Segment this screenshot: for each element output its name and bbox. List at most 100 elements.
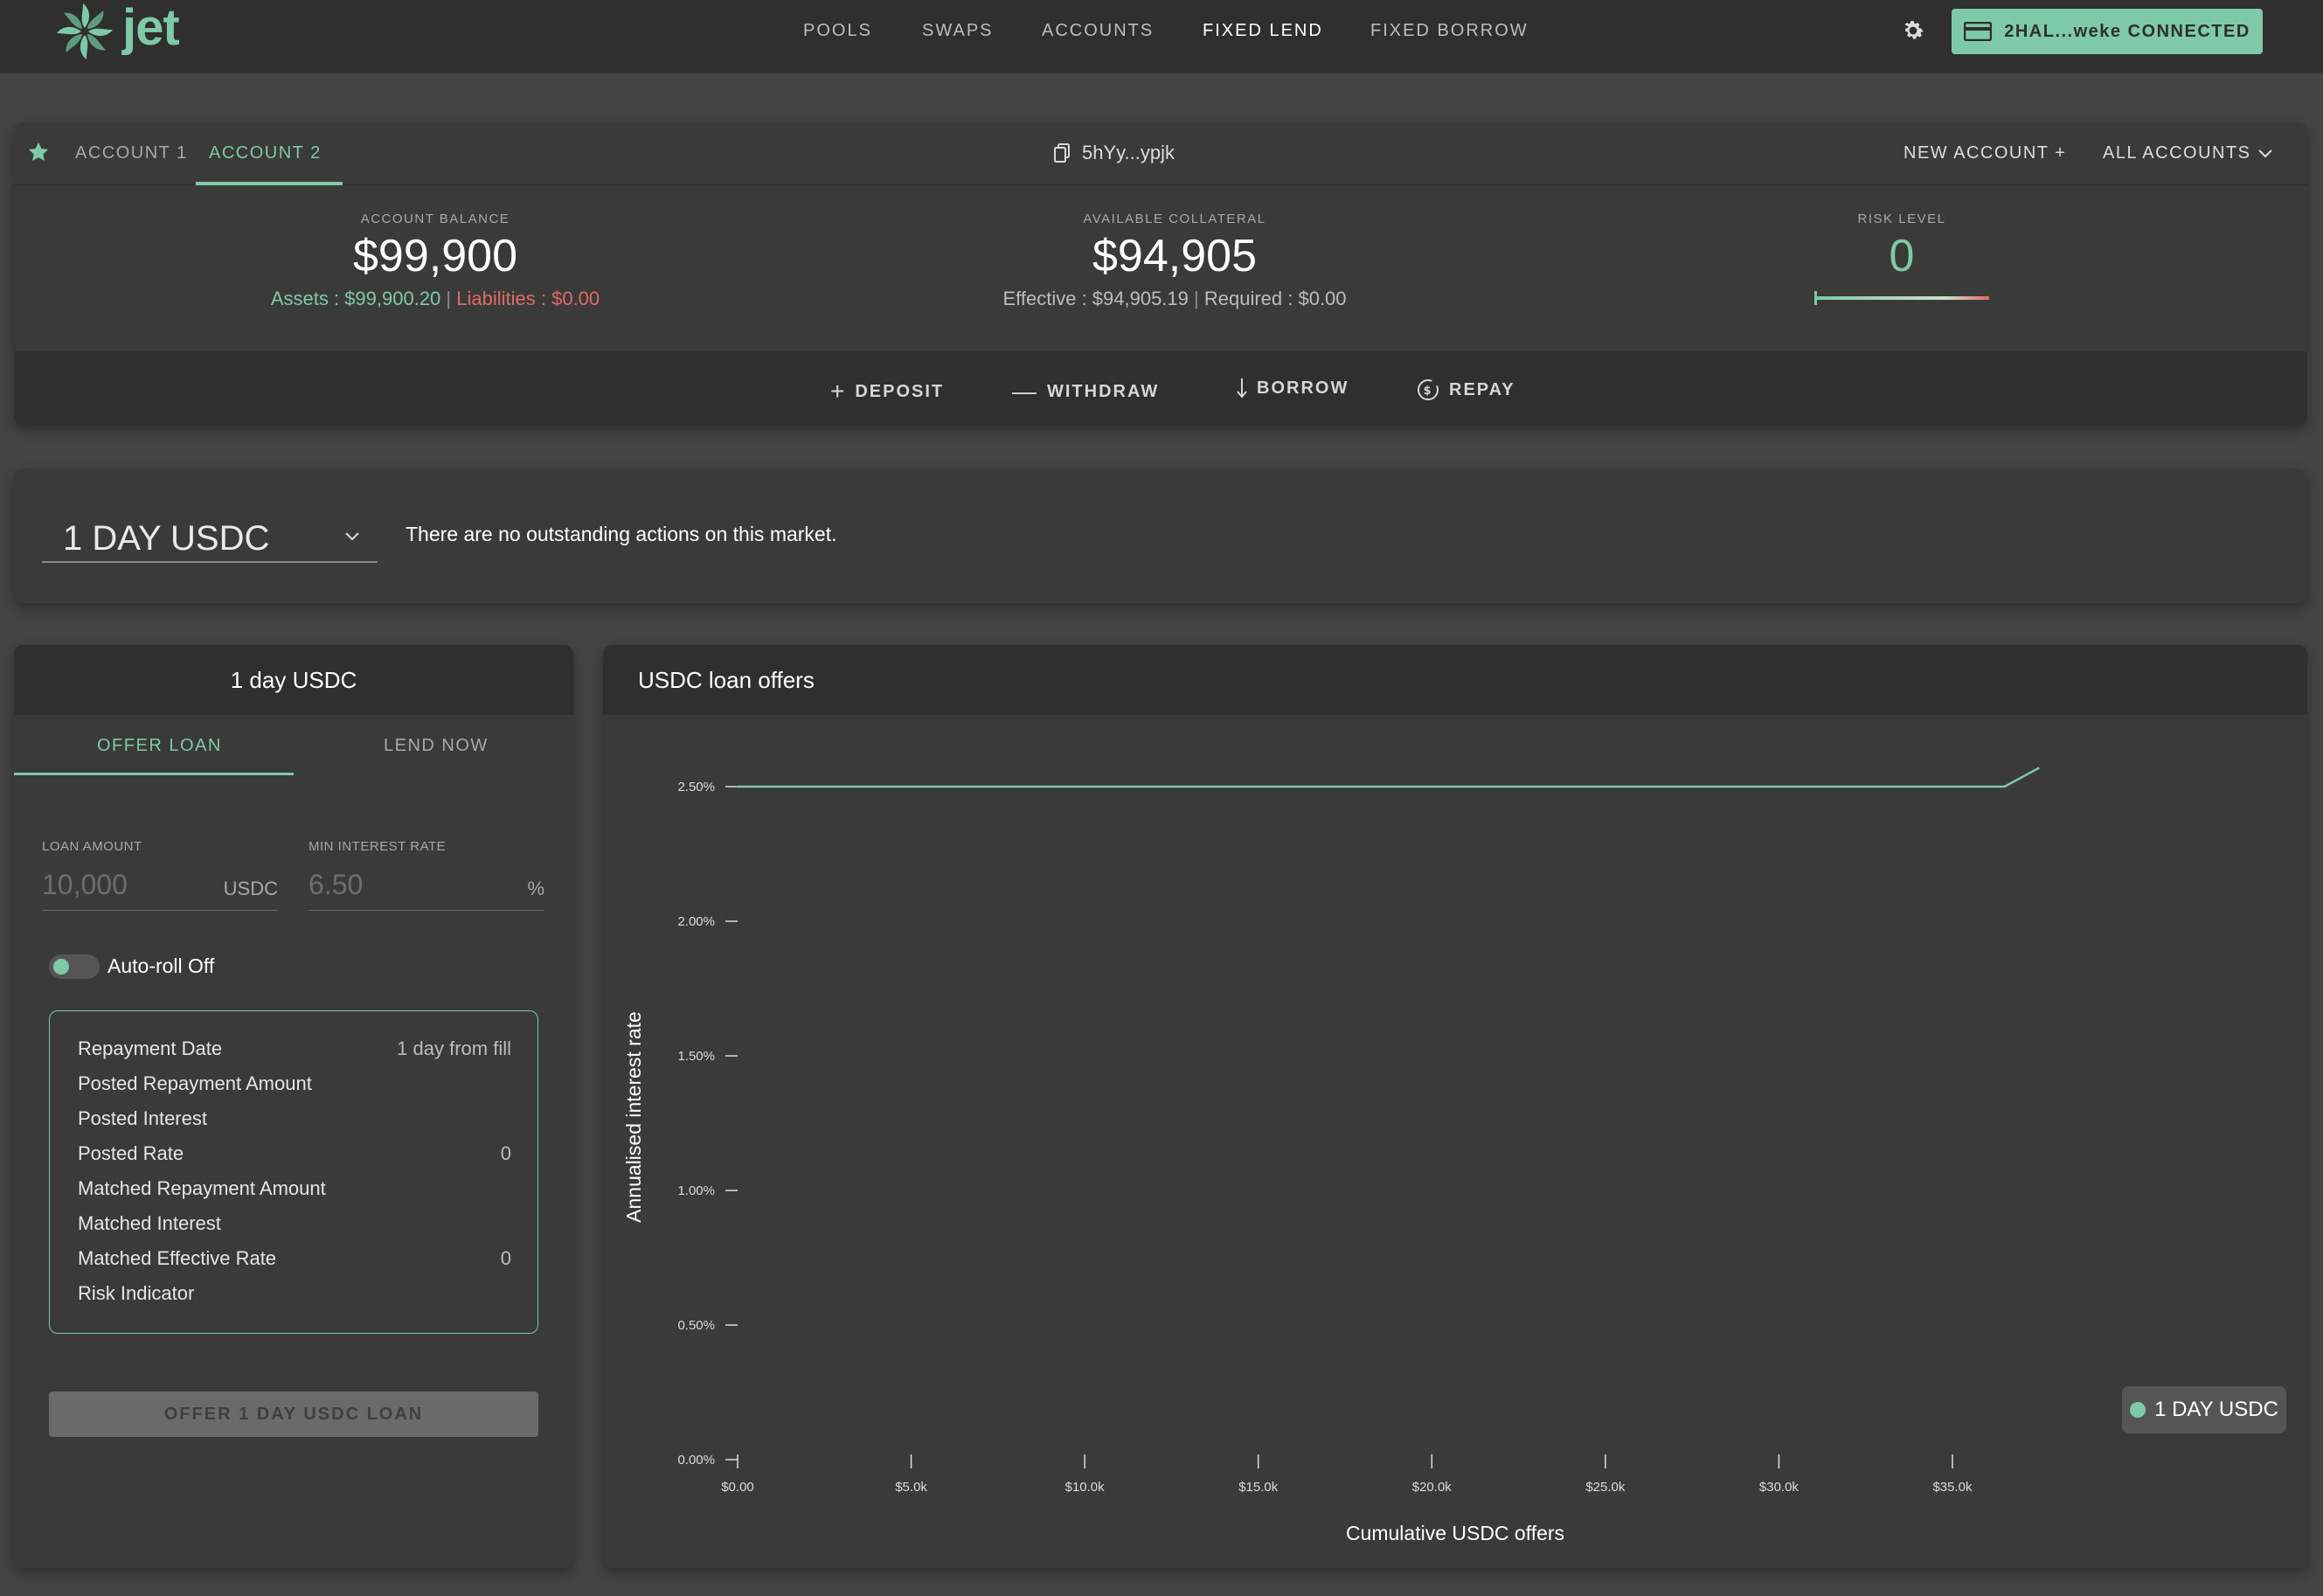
- available-collateral-stat: AVAILABLE COLLATERAL $94,905 Effective :…: [956, 212, 1393, 310]
- wallet-icon: [1964, 22, 1993, 41]
- x-tick-label: $35.0k: [1932, 1480, 1973, 1495]
- min-interest-rate-unit: %: [527, 878, 544, 899]
- deposit-button[interactable]: + DEPOSIT: [830, 378, 944, 406]
- loan-summary-box: Repayment Date 1 day from fill Posted Rep…: [49, 1010, 538, 1334]
- available-collateral-value: $94,905: [1092, 231, 1257, 281]
- tab-offer-loan[interactable]: OFFER LOAN: [97, 736, 222, 756]
- nav-fixed-borrow[interactable]: FIXED BORROW: [1370, 21, 1529, 41]
- repay-coin-icon: $: [1418, 379, 1439, 400]
- chevron-down-icon: [345, 532, 359, 541]
- toggle-knob: [53, 959, 69, 975]
- y-tick-label: 1.00%: [677, 1183, 715, 1198]
- tab-account-2[interactable]: ACCOUNT 2: [209, 143, 322, 163]
- favorite-star-icon[interactable]: [26, 140, 51, 164]
- legend-label: 1 DAY USDC: [2154, 1398, 2278, 1421]
- market-bar: 1 DAY USDC There are no outstanding acti…: [14, 468, 2307, 603]
- account-balance-stat: ACCOUNT BALANCE $99,900 Assets : $99,900…: [252, 212, 619, 310]
- loan-amount-input[interactable]: [42, 869, 199, 901]
- liabilities-value: Liabilities : $0.00: [456, 288, 600, 309]
- offer-loan-panel: 1 day USDC OFFER LOAN LEND NOW LOAN AMOU…: [14, 645, 573, 1568]
- loan-amount-field: USDC: [42, 869, 278, 911]
- market-select-value: 1 DAY USDC: [63, 519, 270, 558]
- x-tick-label: $5.0k: [895, 1480, 927, 1495]
- repay-label: REPAY: [1449, 379, 1515, 399]
- x-tick-label: $30.0k: [1759, 1480, 1799, 1495]
- loan-offers-chart: 0.00% 0.50% 1.00% 1.50% 2.00% 2.50% $0.00 $5.0k…: [622, 767, 2040, 1544]
- y-tick-label: 0.50%: [677, 1318, 715, 1333]
- copy-icon[interactable]: [1054, 143, 1070, 163]
- new-account-button[interactable]: NEW ACCOUNT +: [1903, 143, 2066, 163]
- x-tick-label: $0.00: [721, 1480, 754, 1495]
- account-actions-bar: + DEPOSIT — WITHDRAW BORROW $ REPAY: [14, 351, 2307, 425]
- summary-row: Matched Repayment Amount: [78, 1177, 326, 1199]
- summary-row: Matched Effective Rate 0: [78, 1247, 511, 1269]
- borrow-label: BORROW: [1257, 378, 1349, 398]
- risk-level-label: RISK LEVEL: [1857, 212, 1946, 226]
- settings-gear-icon[interactable]: [1900, 17, 1926, 44]
- repay-button[interactable]: $ REPAY: [1416, 378, 1515, 402]
- summary-row: Repayment Date 1 day from fill: [78, 1037, 511, 1059]
- available-collateral-label: AVAILABLE COLLATERAL: [1083, 212, 1266, 226]
- active-tab-indicator: [14, 773, 294, 775]
- loan-amount-unit: USDC: [223, 878, 278, 899]
- top-nav: jet POOLS SWAPS ACCOUNTS FIXED LEND FIXE…: [0, 0, 2323, 73]
- tab-account-1[interactable]: ACCOUNT 1: [75, 143, 188, 163]
- chevron-down-icon: [2257, 149, 2272, 157]
- auto-roll-toggle[interactable]: [49, 954, 100, 979]
- chart-legend[interactable]: 1 DAY USDC: [2122, 1386, 2286, 1433]
- assets-value: Assets : $99,900.20: [270, 288, 441, 309]
- summary-row: Risk Indicator: [78, 1282, 195, 1304]
- loan-offers-chart-panel: USDC loan offers 0.00% 0.50% 1.00% 1.50% 2.0…: [603, 645, 2307, 1568]
- min-interest-rate-label: MIN INTEREST RATE: [309, 839, 447, 854]
- account-balance-value: $99,900: [353, 231, 517, 281]
- market-select[interactable]: 1 DAY USDC: [42, 514, 378, 563]
- wallet-label: 2HAL...weke CONNECTED: [2004, 21, 2250, 41]
- y-tick-label: 1.50%: [677, 1049, 715, 1064]
- tab-lend-now[interactable]: LEND NOW: [384, 736, 489, 756]
- offer-panel-title: 1 day USDC: [14, 645, 573, 715]
- active-tab-indicator: [196, 182, 343, 185]
- address-text: 5hYy...ypjk: [1082, 142, 1175, 163]
- risk-level-stat: RISK LEVEL 0: [1797, 212, 2007, 311]
- summary-row: Posted Repayment Amount: [78, 1072, 312, 1094]
- svg-text:$: $: [1423, 385, 1432, 398]
- nav-accounts[interactable]: ACCOUNTS: [1042, 21, 1154, 41]
- min-interest-rate-input[interactable]: [309, 869, 466, 901]
- withdraw-button[interactable]: — WITHDRAW: [1012, 378, 1159, 406]
- x-axis-label: Cumulative USDC offers: [1346, 1522, 1564, 1544]
- legend-marker: [2130, 1402, 2146, 1418]
- all-accounts-label: ALL ACCOUNTS: [2103, 143, 2251, 163]
- risk-level-gauge: [1814, 291, 1989, 305]
- required-collateral: Required : $0.00: [1203, 288, 1347, 309]
- all-accounts-dropdown[interactable]: ALL ACCOUNTS: [2103, 143, 2272, 163]
- x-tick-label: $15.0k: [1238, 1480, 1279, 1495]
- arrow-down-icon: [1237, 378, 1247, 399]
- x-tick-label: $10.0k: [1065, 1480, 1106, 1495]
- effective-collateral: Effective : $94,905.19: [1002, 288, 1189, 309]
- account-balance-label: ACCOUNT BALANCE: [360, 212, 510, 226]
- nav-fixed-lend[interactable]: FIXED LEND: [1203, 21, 1323, 41]
- loan-amount-label: LOAN AMOUNT: [42, 839, 142, 854]
- series-line-1-day-usdc: [738, 767, 2040, 788]
- y-tick-label: 2.00%: [677, 914, 715, 929]
- x-tick-label: $20.0k: [1412, 1480, 1453, 1495]
- risk-level-value: 0: [1889, 231, 1915, 281]
- account-address[interactable]: 5hYy...ypjk: [1054, 142, 1175, 164]
- account-panel: ACCOUNT 1 ACCOUNT 2 5hYy...ypjk NEW ACCO…: [14, 122, 2307, 425]
- summary-row: Matched Interest: [78, 1212, 221, 1234]
- deposit-label: DEPOSIT: [855, 381, 945, 401]
- y-axis-label: Annualised interest rate: [622, 1011, 645, 1223]
- borrow-button[interactable]: BORROW: [1236, 378, 1349, 399]
- offer-loan-submit-button[interactable]: OFFER 1 DAY USDC LOAN: [49, 1391, 538, 1437]
- market-status-message: There are no outstanding actions on this…: [406, 523, 837, 545]
- withdraw-label: WITHDRAW: [1047, 381, 1160, 401]
- min-interest-rate-field: %: [309, 869, 544, 911]
- y-tick-label: 2.50%: [677, 780, 715, 795]
- wallet-connect-button[interactable]: 2HAL...weke CONNECTED: [1952, 9, 2263, 54]
- y-tick-label: 0.00%: [677, 1453, 715, 1468]
- auto-roll-label: Auto-roll Off: [107, 954, 215, 977]
- x-tick-label: $25.0k: [1585, 1480, 1626, 1495]
- minus-icon: —: [1012, 378, 1038, 405]
- nav-pools[interactable]: POOLS: [803, 21, 872, 41]
- nav-swaps[interactable]: SWAPS: [922, 21, 994, 41]
